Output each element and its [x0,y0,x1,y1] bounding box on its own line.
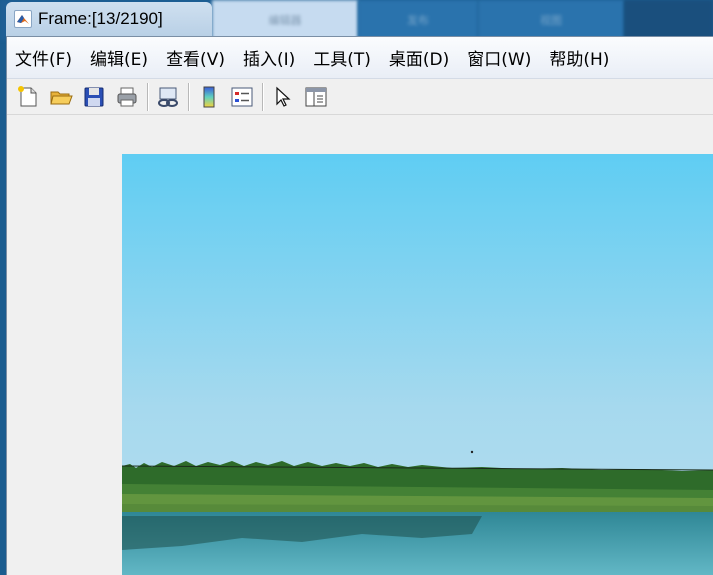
insert-legend-icon [231,87,253,106]
edit-plot-icon [276,86,291,107]
insert-legend-button[interactable] [227,82,257,112]
figure-canvas[interactable] [7,117,713,575]
menu-tools[interactable]: 工具(T) [313,45,371,70]
toolbar [7,79,713,115]
menu-help[interactable]: 帮助(H) [549,45,609,70]
matlab-logo-icon [14,10,32,28]
property-inspector-icon [305,87,327,106]
link-plot-button[interactable] [153,82,183,112]
link-plot-icon [158,87,178,107]
new-figure-icon [18,85,37,106]
open-file-icon [50,91,73,104]
print-button[interactable] [112,82,142,112]
displayed-image [122,154,713,575]
menu-window[interactable]: 窗口(W) [467,45,531,70]
menu-edit[interactable]: 编辑(E) [90,45,148,70]
save-button[interactable] [79,82,109,112]
menu-desktop[interactable]: 桌面(D) [389,45,449,70]
menu-view[interactable]: 查看(V) [166,45,225,70]
menu-insert[interactable]: 插入(I) [243,45,295,70]
figure-frame: 文件(F) 编辑(E) 查看(V) 插入(I) 工具(T) 桌面(D) 窗口(W… [6,36,713,575]
menu-bar: 文件(F) 编辑(E) 查看(V) 插入(I) 工具(T) 桌面(D) 窗口(W… [7,37,713,79]
save-icon [84,87,104,106]
window-title: Frame:[13/2190] [38,9,163,28]
toolbar-separator [147,82,148,111]
insert-colorbar-icon [203,86,215,107]
toolbar-separator [188,82,189,111]
insert-colorbar-button[interactable] [194,82,224,112]
title-bar[interactable]: Frame:[13/2190] [6,2,212,36]
new-figure-button[interactable] [13,82,43,112]
open-file-button[interactable] [46,82,76,112]
print-icon [117,87,137,106]
toolbar-separator [262,82,263,111]
menu-file[interactable]: 文件(F) [15,45,72,70]
property-inspector-button[interactable] [301,82,331,112]
edit-plot-button[interactable] [268,82,298,112]
figure-window: Frame:[13/2190] 文件(F) 编辑(E) 查看(V) 插入(I) … [0,0,713,575]
